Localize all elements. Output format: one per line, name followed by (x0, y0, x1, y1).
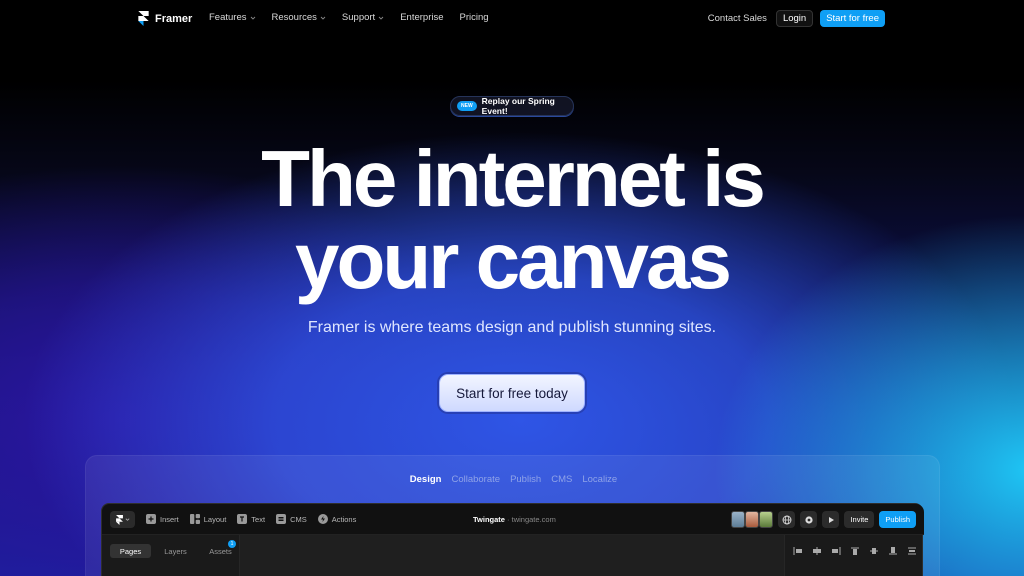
chevron-down-icon (125, 518, 129, 521)
editor-toolbar-right: Invite Publish (731, 511, 916, 528)
headline-line-1: The internet is (261, 134, 766, 223)
chevron-down-icon (320, 16, 326, 20)
avatar[interactable] (731, 511, 746, 528)
start-free-button[interactable]: Start for free (820, 10, 885, 27)
preview-button[interactable] (822, 511, 840, 528)
align-left-icon[interactable] (793, 547, 803, 555)
editor-toolbar: Insert Layout Text CMS Actions Twingate … (102, 504, 924, 535)
nav-link-label: Support (341, 12, 376, 23)
avatar[interactable] (759, 511, 774, 528)
site-title: Twingate · twingate.com (473, 515, 556, 524)
nav-link-features[interactable]: Features (209, 12, 256, 23)
align-center-horizontal-icon[interactable] (812, 547, 822, 555)
gear-icon (805, 515, 813, 524)
avatar[interactable] (745, 511, 760, 528)
nav-link-support[interactable]: Support (342, 12, 384, 23)
nav-link-label: Features (209, 12, 247, 23)
editor-canvas[interactable] (240, 535, 784, 576)
actions-tool[interactable]: Actions (317, 514, 357, 524)
demo-tab-localize[interactable]: Localize (582, 474, 617, 485)
nav-link-enterprise[interactable]: Enterprise (400, 12, 443, 23)
nav-actions: Contact Sales Login Start for free (708, 10, 885, 27)
hero-headline: The internet is your canvas (0, 138, 1024, 302)
nav-link-label: Enterprise (400, 12, 444, 23)
login-button[interactable]: Login (775, 10, 814, 27)
alignment-tools (793, 547, 917, 555)
distribute-icon[interactable] (907, 547, 917, 555)
nav-link-label: Resources (271, 12, 317, 23)
editor-left-panel: Pages Layers Assets 1 (102, 535, 240, 576)
settings-button[interactable] (800, 511, 818, 528)
align-middle-icon[interactable] (869, 547, 879, 555)
database-icon (276, 514, 287, 524)
panel-tab-layers[interactable]: Layers (155, 544, 196, 558)
collaborator-avatars (731, 511, 774, 528)
tool-label: CMS (290, 514, 307, 524)
editor-right-panel (784, 535, 922, 576)
publish-button[interactable]: Publish (879, 511, 916, 528)
play-icon (828, 516, 834, 523)
demo-tab-collaborate[interactable]: Collaborate (451, 474, 500, 485)
nav-links: Features Resources Support Enterprise Pr… (209, 12, 489, 23)
editor-preview: Insert Layout Text CMS Actions Twingate … (101, 503, 924, 576)
globe-icon (782, 515, 792, 524)
contact-sales-link[interactable]: Contact Sales (708, 13, 767, 24)
demo-tabs: Design Collaborate Publish CMS Localize (86, 474, 941, 485)
site-name: Twingate (473, 515, 505, 524)
align-bottom-icon[interactable] (888, 547, 898, 555)
event-announcement-pill[interactable]: NEW Replay our Spring Event! (450, 96, 574, 116)
site-url: · twingate.com (507, 515, 556, 524)
demo-tab-publish[interactable]: Publish (510, 474, 541, 485)
top-nav: Framer Features Resources Support Enterp… (0, 0, 1024, 38)
text-tool[interactable]: Text (237, 514, 265, 524)
start-free-today-button[interactable]: Start for free today (439, 374, 585, 412)
insert-tool[interactable]: Insert (146, 514, 179, 524)
invite-button[interactable]: Invite (844, 511, 875, 528)
tool-label: Insert (160, 514, 179, 524)
layout-icon (189, 514, 200, 524)
tool-label: Layout (203, 514, 227, 524)
announcement-text: Replay our Spring Event! (481, 96, 555, 116)
align-top-icon[interactable] (850, 547, 860, 555)
align-right-icon[interactable] (831, 547, 841, 555)
chevron-down-icon (250, 16, 255, 20)
tool-label: Text (251, 514, 266, 524)
tool-label: Actions (331, 514, 357, 524)
globe-button[interactable] (778, 511, 796, 528)
panel-notification-badge: 1 (228, 540, 236, 548)
editor-tools: Insert Layout Text CMS Actions (146, 514, 356, 524)
framer-logo-icon (115, 514, 123, 525)
nav-link-resources[interactable]: Resources (272, 12, 326, 23)
demo-tab-design[interactable]: Design (410, 474, 442, 485)
nav-link-pricing[interactable]: Pricing (460, 12, 489, 23)
editor-menu-button[interactable] (110, 511, 135, 528)
framer-logo-icon (138, 11, 149, 26)
panel-tab-pages[interactable]: Pages (110, 544, 151, 558)
plus-icon (146, 514, 156, 524)
new-badge: NEW (457, 101, 477, 111)
bolt-icon (317, 514, 328, 524)
cms-tool[interactable]: CMS (276, 514, 307, 524)
hero-subtitle: Framer is where teams design and publish… (307, 319, 717, 336)
brand-name: Framer (155, 12, 193, 25)
brand-logo[interactable]: Framer (138, 11, 192, 26)
nav-link-label: Pricing (459, 12, 489, 23)
demo-tab-cms[interactable]: CMS (551, 474, 572, 485)
text-icon (237, 514, 248, 524)
headline-line-2: your canvas (295, 216, 732, 305)
panel-tabs: Pages Layers Assets (110, 544, 241, 558)
layout-tool[interactable]: Layout (189, 514, 227, 524)
chevron-down-icon (378, 16, 384, 20)
